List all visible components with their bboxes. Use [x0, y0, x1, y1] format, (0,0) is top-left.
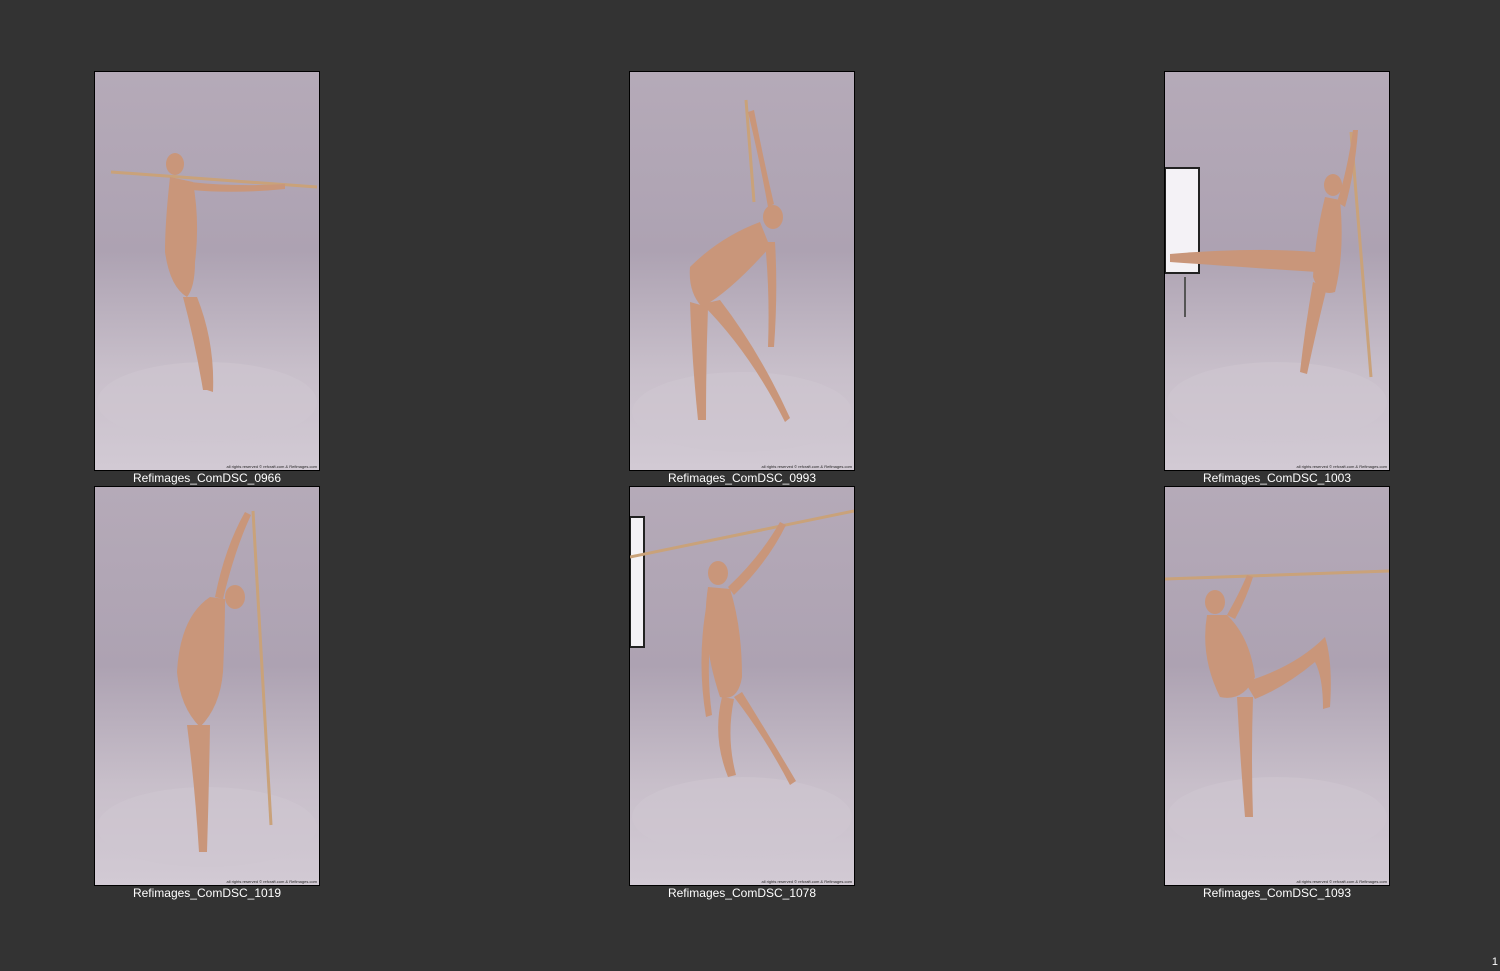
thumbnail-cell[interactable]: all rights reserved © refcraft.com & Ref… — [629, 486, 855, 901]
thumbnail-caption: Refimages_ComDSC_1019 — [132, 886, 282, 900]
photo-placeholder — [632, 99, 852, 452]
copyright-credit: all rights reserved © refcraft.com & Ref… — [761, 464, 852, 469]
thumbnail-caption: Refimages_ComDSC_1003 — [1202, 471, 1352, 485]
photo-placeholder — [1165, 130, 1387, 442]
thumbnail-caption: Refimages_ComDSC_0966 — [132, 471, 282, 485]
copyright-credit: all rights reserved © refcraft.com & Ref… — [761, 879, 852, 884]
photo-placeholder — [97, 153, 318, 442]
thumbnail-cell[interactable]: all rights reserved © refcraft.com & Ref… — [94, 486, 320, 901]
copyright-credit: all rights reserved © refcraft.com & Ref… — [1296, 464, 1387, 469]
thumbnail-image[interactable]: all rights reserved © refcraft.com & Ref… — [629, 486, 855, 886]
thumbnail-cell[interactable]: all rights reserved © refcraft.com & Ref… — [1164, 71, 1390, 486]
thumbnail-image[interactable]: all rights reserved © refcraft.com & Ref… — [1164, 71, 1390, 471]
thumbnail-image[interactable]: all rights reserved © refcraft.com & Ref… — [629, 71, 855, 471]
thumbnail-cell[interactable]: all rights reserved © refcraft.com & Ref… — [629, 71, 855, 486]
copyright-credit: all rights reserved © refcraft.com & Ref… — [1296, 879, 1387, 884]
thumbnail-caption: Refimages_ComDSC_1078 — [667, 886, 817, 900]
page-number: 1 — [1491, 956, 1498, 968]
copyright-credit: all rights reserved © refcraft.com & Ref… — [226, 464, 317, 469]
thumbnail-image[interactable]: all rights reserved © refcraft.com & Ref… — [1164, 486, 1390, 886]
contact-sheet: all rights reserved © refcraft.com & Ref… — [0, 0, 1500, 971]
photo-placeholder — [1165, 569, 1389, 857]
copyright-credit: all rights reserved © refcraft.com & Ref… — [226, 879, 317, 884]
thumbnail-caption: Refimages_ComDSC_1093 — [1202, 886, 1352, 900]
thumbnail-image[interactable]: all rights reserved © refcraft.com & Ref… — [94, 71, 320, 471]
photo-placeholder — [97, 510, 317, 867]
thumbnail-cell[interactable]: all rights reserved © refcraft.com & Ref… — [1164, 486, 1390, 901]
photo-placeholder — [630, 509, 854, 857]
thumbnail-caption: Refimages_ComDSC_0993 — [667, 471, 817, 485]
thumbnail-cell[interactable]: all rights reserved © refcraft.com & Ref… — [94, 71, 320, 486]
thumbnail-image[interactable]: all rights reserved © refcraft.com & Ref… — [94, 486, 320, 886]
